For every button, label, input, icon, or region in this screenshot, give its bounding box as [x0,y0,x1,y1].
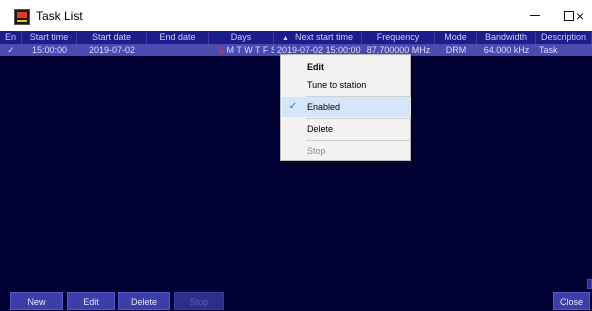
delete-button[interactable]: Delete [118,292,170,310]
cell-days-weekdays: M T W T F S [226,45,274,55]
column-header-start-date[interactable]: Start date [77,31,147,44]
new-button[interactable]: New [10,292,63,310]
app-icon [14,9,30,25]
column-header-mode[interactable]: Mode [435,31,477,44]
cell-days-sunday: S [218,45,225,55]
menu-item-edit[interactable]: Edit [282,57,411,77]
cell-start-time: 15:00:00 [31,45,68,55]
cell-end-date [147,44,209,56]
title-bar: Task List × [0,0,592,31]
menu-item-tune-to-station[interactable]: Tune to station [282,75,411,95]
window-title: Task List [36,9,83,23]
cell-bandwidth: 64.000 kHz [483,45,530,55]
sort-ascending-icon: ▲ [282,35,289,42]
column-header-end-date[interactable]: End date [147,31,209,44]
edit-button[interactable]: Edit [67,292,115,310]
enabled-check-icon[interactable]: ✓ [0,44,22,56]
cell-start-date: 2019-07-02 [88,45,136,55]
cell-days: S M T W T F S [218,44,274,56]
minimize-icon [530,15,540,16]
table-header: En Start time Start date End date Days ▲… [0,31,592,44]
close-button[interactable]: Close [553,292,590,310]
scroll-handle[interactable] [587,279,592,289]
column-header-bandwidth[interactable]: Bandwidth [477,31,536,44]
menu-item-enabled[interactable]: ✓ Enabled [282,97,411,117]
stop-button[interactable]: Stop [174,292,224,310]
close-icon: × [575,7,585,24]
column-header-next-start-time[interactable]: ▲ Next start time [274,31,362,44]
column-header-en[interactable]: En [0,31,22,44]
menu-item-enabled-label: Enabled [307,102,341,112]
column-header-start-time[interactable]: Start time [22,31,77,44]
close-window-button[interactable]: × [568,0,592,31]
cell-description: Task [539,45,558,55]
column-header-days[interactable]: Days [209,31,274,44]
menu-item-delete[interactable]: Delete [282,119,411,139]
checkmark-icon: ✓ [288,101,298,112]
column-header-description[interactable]: Description [536,31,592,44]
context-menu: Edit Tune to station ✓ Enabled Delete St… [280,54,411,161]
column-header-frequency[interactable]: Frequency [362,31,435,44]
menu-item-stop[interactable]: Stop [282,141,411,161]
cell-mode: DRM [445,45,467,55]
column-header-next-start-time-label: Next start time [294,32,353,42]
